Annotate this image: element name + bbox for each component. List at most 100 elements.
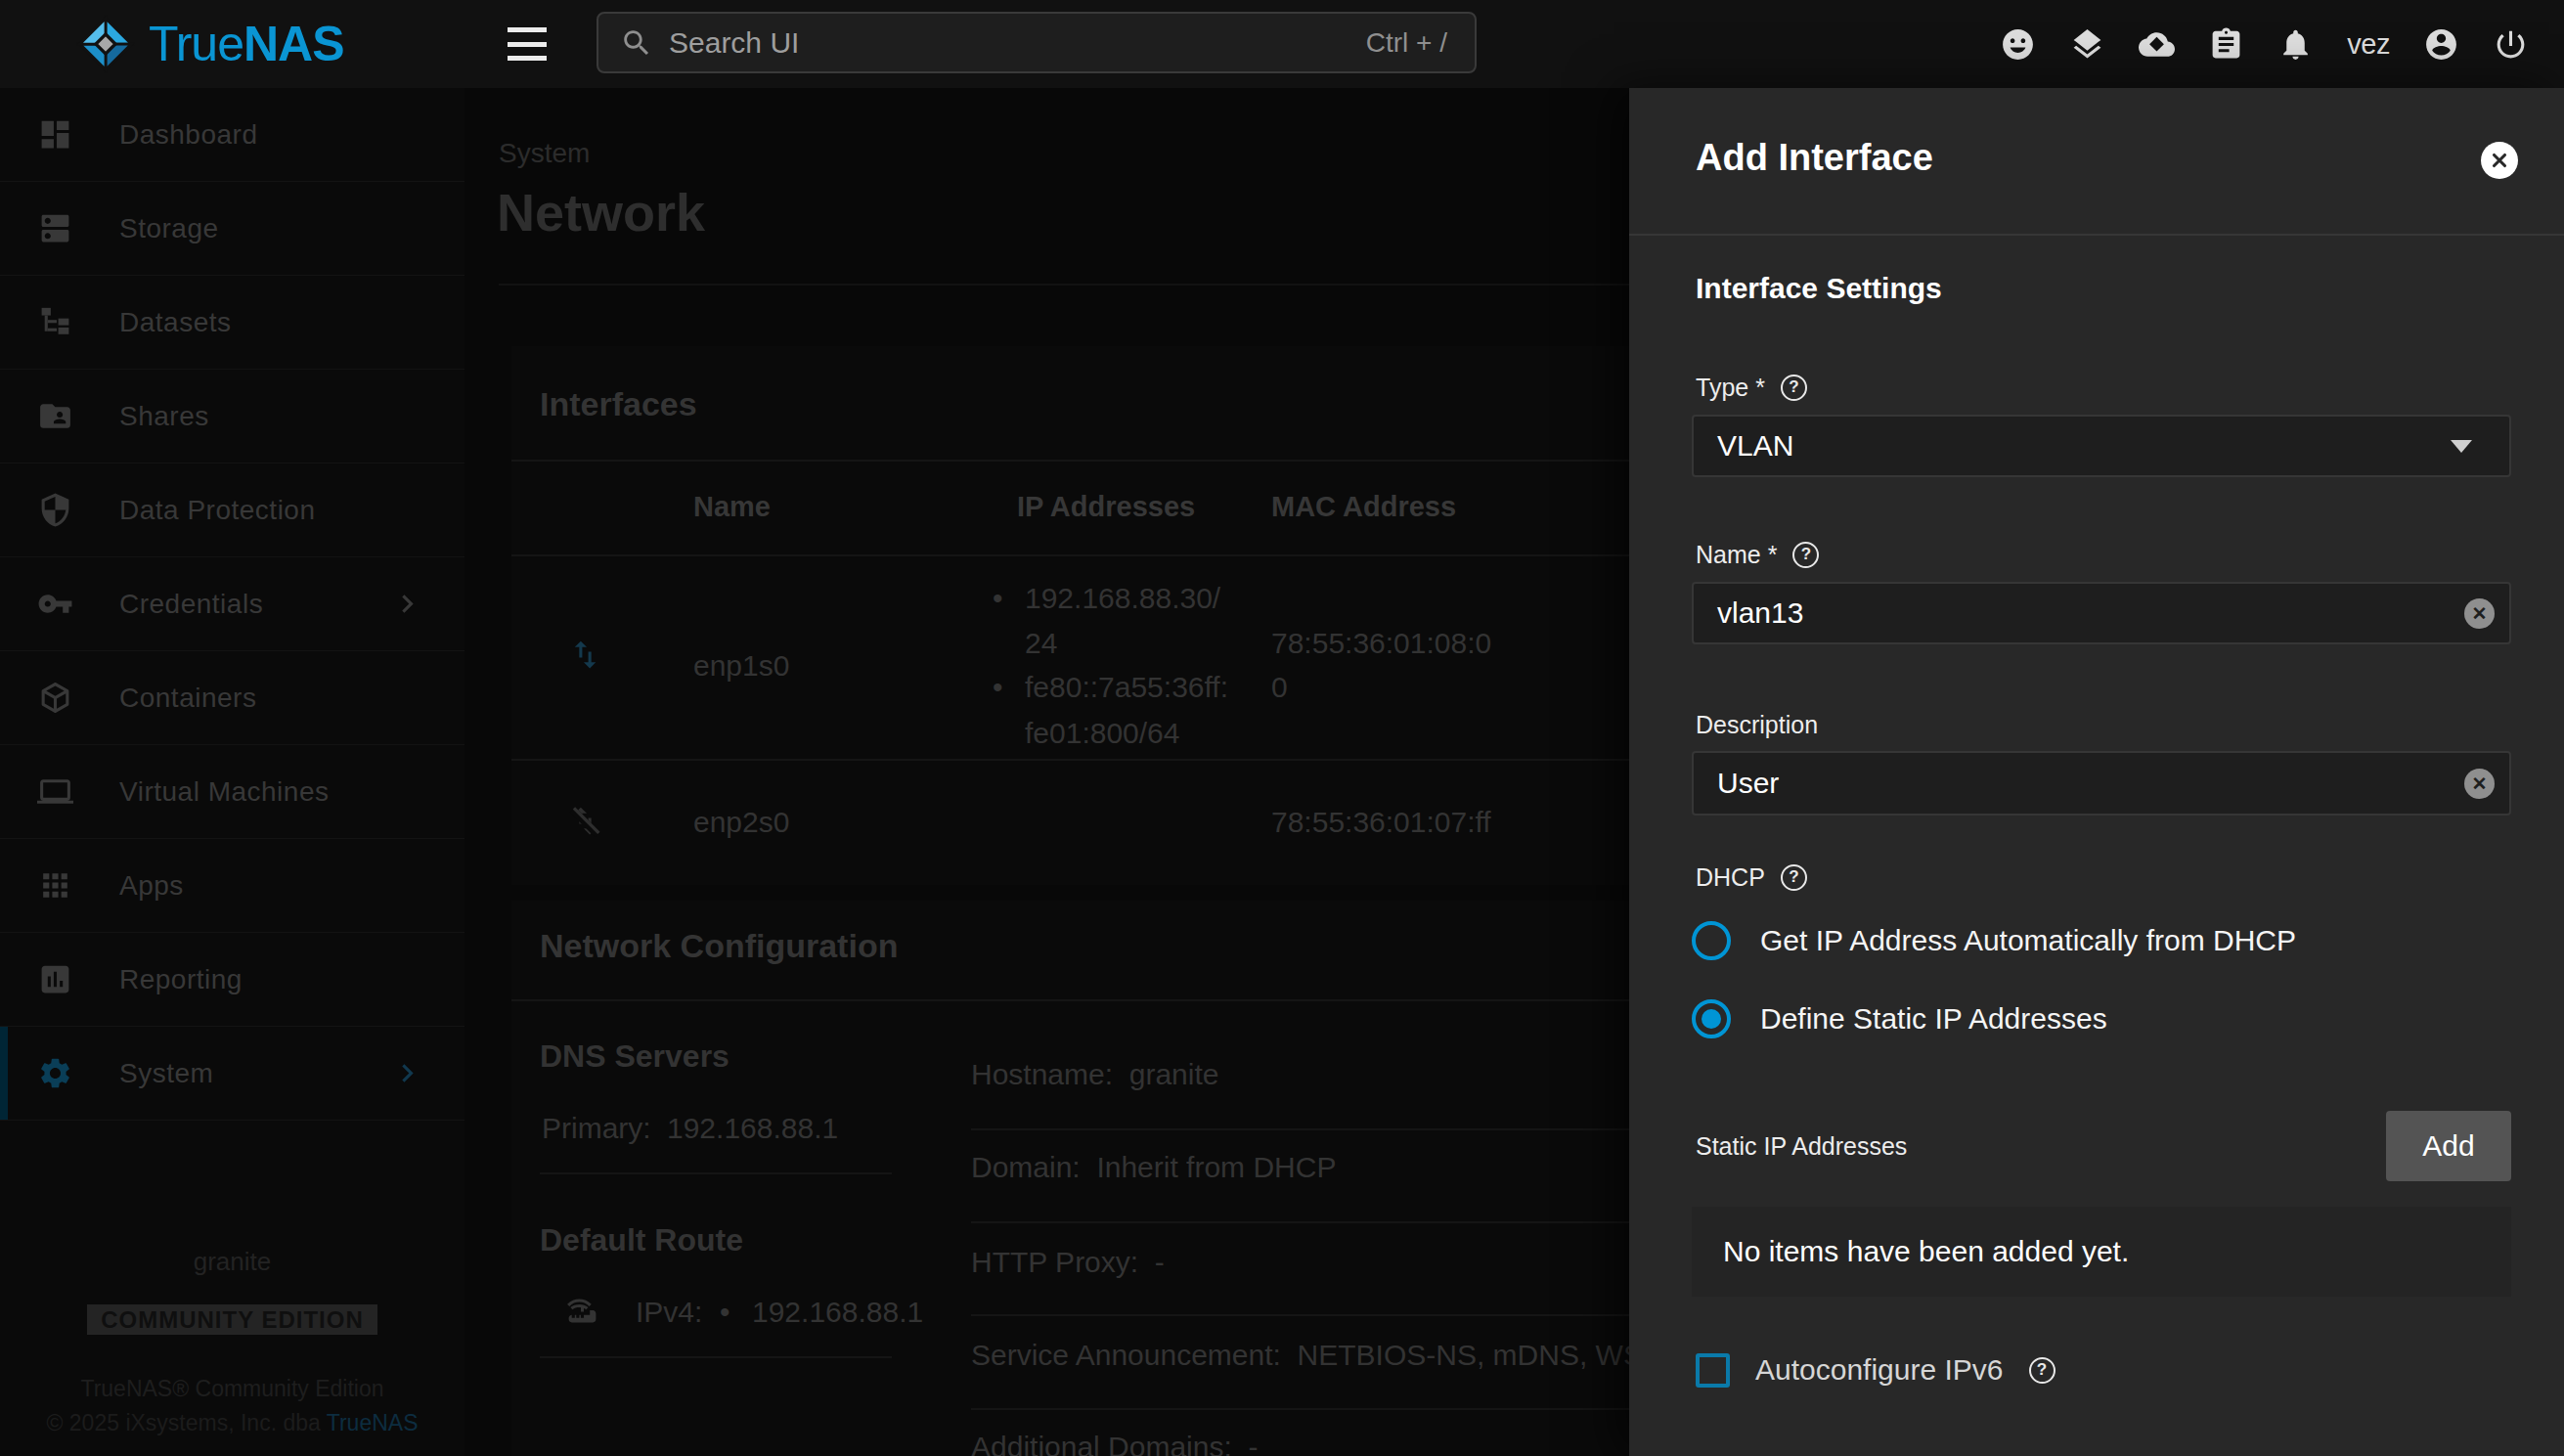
config-row-additional-domains: Additional Domains: -	[971, 1431, 1258, 1456]
sidebar-item-dashboard[interactable]: Dashboard	[0, 88, 464, 182]
name-clear-icon[interactable]: ✕	[2464, 598, 2495, 629]
truenas-logo-text: TrueNAS	[149, 16, 344, 72]
route-ipv4-label: IPv4:	[636, 1296, 702, 1329]
radio-static[interactable]: Define Static IP Addresses	[1692, 999, 2107, 1038]
gear-icon	[37, 1055, 73, 1091]
config-row-http-proxy: HTTP Proxy: -	[971, 1246, 1165, 1279]
type-label: Type * ?	[1696, 374, 1807, 401]
row1-ip2-wrap: fe01:800/64	[1025, 717, 1179, 750]
row1-ip2: fe80::7a55:36ff:	[1025, 671, 1228, 704]
topbar: TrueNAS Search UI Ctrl + / vez	[0, 0, 2564, 88]
network-config-title: Network Configuration	[540, 927, 898, 965]
truecommand-icon[interactable]	[2069, 26, 2105, 63]
feedback-smiley-icon[interactable]	[2000, 26, 2036, 63]
col-header-ip: IP Addresses	[1017, 491, 1195, 523]
panel-title: Add Interface	[1696, 137, 1933, 179]
add-interface-panel: Add Interface Interface Settings Type * …	[1629, 88, 2564, 1456]
chevron-right-icon	[389, 1055, 425, 1091]
breadcrumb[interactable]: System	[499, 138, 590, 169]
dns-primary-label: Primary:	[542, 1112, 651, 1145]
interfaces-card-title: Interfaces	[540, 385, 697, 423]
row1-ip1-wrap: 24	[1025, 627, 1057, 660]
alerts-bell-icon[interactable]	[2277, 26, 2314, 63]
name-help-icon[interactable]: ?	[1792, 542, 1819, 568]
static-ip-label: Static IP Addresses	[1696, 1132, 1907, 1161]
sidebar-item-virtual-machines[interactable]: Virtual Machines	[0, 745, 464, 839]
key-icon	[37, 586, 73, 622]
dns-primary-value: 192.168.88.1	[667, 1112, 838, 1145]
radio-static-circle-icon	[1692, 999, 1731, 1038]
radio-dhcp[interactable]: Get IP Address Automatically from DHCP	[1692, 921, 2296, 960]
sidebar-item-data-protection[interactable]: Data Protection	[0, 463, 464, 557]
row1-ip1: 192.168.88.30/	[1025, 582, 1220, 615]
close-icon[interactable]	[2481, 142, 2518, 179]
shield-icon	[37, 492, 73, 528]
chevron-right-icon	[389, 586, 425, 622]
router-icon	[564, 1291, 600, 1327]
col-header-name: Name	[693, 491, 771, 523]
autoconfigure-help-icon[interactable]: ?	[2029, 1357, 2056, 1384]
power-icon[interactable]	[2493, 26, 2529, 63]
sidebar-footer: granite COMMUNITY EDITION TrueNAS® Commu…	[0, 1247, 464, 1436]
jobs-clipboard-icon[interactable]	[2208, 26, 2244, 63]
sidebar-item-system[interactable]: System	[0, 1027, 464, 1121]
sidebar-item-containers[interactable]: Containers	[0, 651, 464, 745]
row1-mac: 78:55:36:01:08:0	[1271, 627, 1491, 660]
add-button[interactable]: Add	[2386, 1111, 2511, 1181]
autoconfigure-checkbox[interactable]	[1696, 1353, 1730, 1388]
containers-icon	[37, 680, 73, 716]
search-input[interactable]: Search UI Ctrl + /	[597, 12, 1477, 73]
description-label: Description	[1696, 711, 1818, 738]
truenas-logo[interactable]: TrueNAS	[76, 0, 344, 88]
sidebar-item-storage[interactable]: Storage	[0, 182, 464, 276]
row1-mac-wrap: 0	[1271, 671, 1288, 704]
radio-dhcp-circle-icon	[1692, 921, 1731, 960]
topbar-actions: vez	[2000, 0, 2529, 88]
name-label: Name * ?	[1696, 541, 1819, 568]
interface-settings-heading: Interface Settings	[1696, 272, 1942, 305]
select-caret-icon	[2451, 440, 2472, 453]
cloud-icon[interactable]	[2139, 26, 2175, 63]
sidebar-item-credentials[interactable]: Credentials	[0, 557, 464, 651]
col-header-mac: MAC Address	[1271, 491, 1456, 523]
sidebar-item-datasets[interactable]: Datasets	[0, 276, 464, 370]
footer-edition-text: TrueNAS® Community Edition	[0, 1376, 464, 1402]
search-placeholder: Search UI	[669, 26, 1366, 60]
panel-title-divider	[1629, 234, 2564, 236]
truenas-logo-icon	[76, 15, 135, 73]
row1-name[interactable]: enp1s0	[693, 649, 789, 683]
route-ipv4-value: 192.168.88.1	[752, 1296, 923, 1329]
row2-mac: 78:55:36:01:07:ff	[1271, 806, 1491, 839]
edition-badge: COMMUNITY EDITION	[87, 1304, 377, 1335]
config-row-hostname: Hostname: granite	[971, 1058, 1218, 1091]
laptop-icon	[37, 773, 73, 810]
type-help-icon[interactable]: ?	[1781, 375, 1807, 401]
description-clear-icon[interactable]: ✕	[2464, 769, 2495, 799]
footer-brand-link[interactable]: TrueNAS	[327, 1410, 419, 1435]
datasets-icon	[37, 304, 73, 340]
dhcp-help-icon[interactable]: ?	[1781, 864, 1807, 891]
description-input[interactable]: User ✕	[1692, 751, 2511, 816]
type-select[interactable]: VLAN	[1692, 415, 2511, 477]
reporting-icon	[37, 961, 73, 997]
menu-icon[interactable]	[508, 22, 547, 66]
autoconfigure-row: Autoconfigure IPv6 ?	[1696, 1351, 2056, 1389]
search-icon	[620, 26, 653, 60]
apps-grid-icon	[37, 867, 73, 904]
shares-icon	[37, 398, 73, 434]
sidebar-item-reporting[interactable]: Reporting	[0, 933, 464, 1027]
page-title: Network	[497, 182, 705, 243]
dashboard-icon	[37, 116, 73, 153]
empty-list-box: No items have been added yet.	[1692, 1207, 2511, 1297]
username-text: vez	[2347, 28, 2390, 61]
name-input[interactable]: vlan13 ✕	[1692, 582, 2511, 644]
hostname-text: granite	[0, 1247, 464, 1277]
row2-name[interactable]: enp2s0	[693, 806, 789, 839]
user-avatar-icon[interactable]	[2423, 26, 2459, 63]
sidebar-item-apps[interactable]: Apps	[0, 839, 464, 933]
footer-copyright: © 2025 iXsystems, Inc. dba TrueNAS	[0, 1410, 464, 1436]
search-shortcut: Ctrl + /	[1366, 27, 1447, 59]
sidebar-item-shares[interactable]: Shares	[0, 370, 464, 463]
interface-up-icon	[567, 637, 603, 673]
config-row-domain: Domain: Inherit from DHCP	[971, 1151, 1336, 1184]
